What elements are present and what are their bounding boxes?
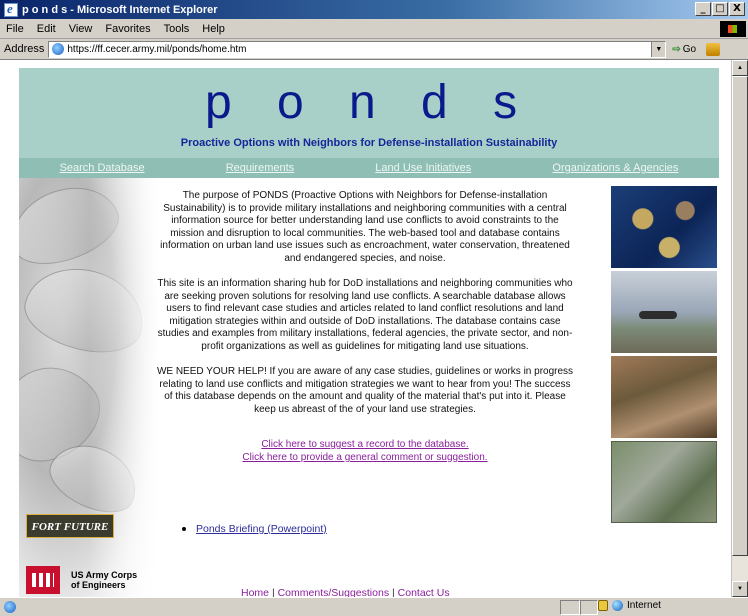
left-decorative-panel: FORT FUTURE US Army Corps of Engineers xyxy=(19,178,159,597)
footer-separator: | xyxy=(271,587,275,597)
contribute-links: Click here to suggest a record to the da… xyxy=(155,438,575,464)
globe-icon xyxy=(612,600,623,611)
site-banner: p o n d s Proactive Options with Neighbo… xyxy=(19,68,719,158)
page-status-icon xyxy=(4,601,16,613)
scroll-up-icon[interactable]: ▲ xyxy=(732,60,748,76)
go-label: Go xyxy=(682,43,697,55)
usace-line-1: US Army Corps xyxy=(71,570,138,580)
site-tagline: Proactive Options with Neighbors for Def… xyxy=(180,137,558,149)
footer-separator: | xyxy=(392,587,395,597)
window-title: p o n d s - Microsoft Internet Explorer xyxy=(22,3,218,16)
menu-bar: File Edit View Favorites Tools Help xyxy=(0,19,748,39)
briefing-list-item: Ponds Briefing (Powerpoint) xyxy=(182,523,327,535)
nav-search-database[interactable]: Search Database xyxy=(60,162,145,174)
bullet-icon xyxy=(182,527,186,531)
minimize-button[interactable]: _ xyxy=(695,2,711,16)
menu-help[interactable]: Help xyxy=(202,23,225,35)
scroll-thumb[interactable] xyxy=(732,76,748,556)
maximize-button[interactable]: □ xyxy=(712,2,728,16)
aerial-photo xyxy=(611,441,717,523)
menu-view[interactable]: View xyxy=(69,23,93,35)
usace-text: US Army Corps of Engineers xyxy=(71,570,137,590)
menu-file[interactable]: File xyxy=(6,23,24,35)
general-comment-link[interactable]: Click here to provide a general comment … xyxy=(155,451,575,464)
suggest-record-link[interactable]: Click here to suggest a record to the da… xyxy=(155,438,575,451)
window-controls: _ □ X xyxy=(695,2,745,16)
windows-logo-icon xyxy=(720,21,746,37)
footer-comments-link[interactable]: Comments/Suggestions xyxy=(278,587,389,597)
menu-tools[interactable]: Tools xyxy=(164,23,190,35)
security-zone: Internet xyxy=(598,600,661,611)
footer-contact-link[interactable]: Contact Us xyxy=(398,587,450,597)
leaves-photo xyxy=(611,186,717,268)
menu-favorites[interactable]: Favorites xyxy=(105,23,150,35)
site-footer: Home | Comments/Suggestions | Contact Us xyxy=(241,587,450,597)
site-nav: Search Database Requirements Land Use In… xyxy=(19,158,719,178)
close-button[interactable]: X xyxy=(729,2,745,16)
help-paragraph: WE NEED YOUR HELP! If you are aware of a… xyxy=(156,366,574,415)
address-bar: Address https://ff.cecer.army.mil/ponds/… xyxy=(0,39,748,60)
menu-edit[interactable]: Edit xyxy=(37,23,56,35)
site-logo: p o n d s xyxy=(204,76,534,129)
address-input[interactable]: https://ff.cecer.army.mil/ponds/home.htm… xyxy=(48,40,667,58)
ponds-briefing-link[interactable]: Ponds Briefing (Powerpoint) xyxy=(196,523,327,535)
main-content: The purpose of PONDS (Proactive Options … xyxy=(155,190,575,464)
nav-land-use-initiatives[interactable]: Land Use Initiatives xyxy=(375,162,471,174)
page-icon xyxy=(52,43,65,55)
intro-paragraph: The purpose of PONDS (Proactive Options … xyxy=(160,190,570,264)
status-bar: Internet xyxy=(0,597,748,616)
address-url[interactable]: https://ff.cecer.army.mil/ponds/home.htm xyxy=(67,44,246,55)
status-panel xyxy=(580,600,598,615)
helicopter-photo xyxy=(611,271,717,353)
photo-column xyxy=(611,186,717,526)
field-workers-photo xyxy=(611,356,717,438)
links-icon[interactable] xyxy=(706,42,721,56)
usace-logo[interactable]: US Army Corps of Engineers xyxy=(26,566,137,594)
vertical-scrollbar[interactable]: ▲ ▼ xyxy=(731,60,748,597)
address-label: Address xyxy=(4,43,45,55)
zone-label: Internet xyxy=(627,600,661,611)
ie-icon xyxy=(4,1,18,17)
title-bar: p o n d s - Microsoft Internet Explorer … xyxy=(0,0,748,19)
usace-line-2: of Engineers xyxy=(71,580,126,590)
go-button[interactable]: ⇨ Go xyxy=(672,44,696,55)
castle-icon xyxy=(26,566,60,594)
status-panel xyxy=(560,600,580,615)
footer-home-link[interactable]: Home xyxy=(241,587,269,597)
page-viewport: p o n d s Proactive Options with Neighbo… xyxy=(0,60,731,597)
scroll-down-icon[interactable]: ▼ xyxy=(732,581,748,597)
nav-requirements[interactable]: Requirements xyxy=(226,162,294,174)
go-arrow-icon: ⇨ xyxy=(672,43,681,55)
nav-organizations-agencies[interactable]: Organizations & Agencies xyxy=(552,162,678,174)
address-dropdown-icon[interactable]: ▼ xyxy=(651,41,666,57)
hub-paragraph: This site is an information sharing hub … xyxy=(157,278,573,352)
lock-icon xyxy=(598,600,608,611)
fort-future-logo[interactable]: FORT FUTURE xyxy=(26,514,114,538)
ponds-site: p o n d s Proactive Options with Neighbo… xyxy=(19,68,719,597)
